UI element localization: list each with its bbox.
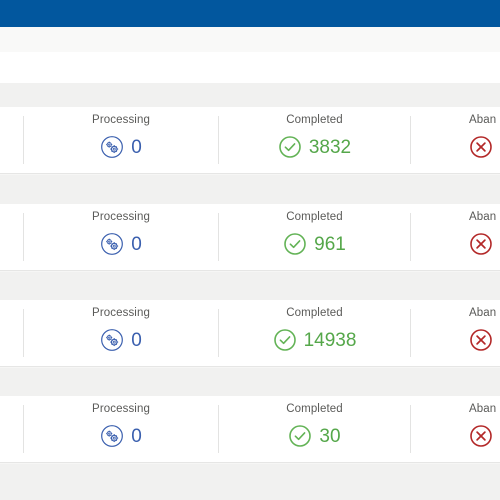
stat-value: 14938	[303, 329, 357, 351]
stat-processing[interactable]: Processing 0	[24, 210, 218, 266]
stat-completed[interactable]: Completed 961	[219, 210, 410, 266]
stat-label: Aban	[469, 403, 497, 415]
stat-body	[469, 132, 500, 162]
app-window: Processing 0 Completed 3832 Aban Process…	[0, 0, 500, 500]
gears-circle-icon	[101, 425, 124, 447]
stat-value: 30	[319, 425, 341, 447]
stat-value: 0	[131, 425, 142, 447]
stat-completed[interactable]: Completed 14938	[219, 306, 410, 362]
gears-circle-icon	[101, 233, 124, 255]
stat-completed[interactable]: Completed 30	[219, 402, 410, 458]
stat-body	[469, 421, 500, 451]
check-circle-icon	[273, 329, 296, 351]
stat-abandoned[interactable]: Aban	[411, 113, 500, 169]
card-stats: Processing	[0, 300, 500, 366]
stat-body: 30	[219, 421, 410, 451]
stat-value: 0	[131, 136, 142, 158]
dashboard-card[interactable]: Processing	[0, 396, 500, 462]
stat-value: 0	[131, 329, 142, 351]
dashboard-card[interactable]: Processing	[0, 204, 500, 270]
stat-label: Completed	[286, 211, 343, 223]
stat-body: 3832	[219, 132, 410, 162]
x-circle-icon	[470, 425, 492, 447]
check-circle-icon	[284, 233, 306, 255]
stat-label: Processing	[92, 114, 150, 126]
stat-label: Aban	[469, 114, 497, 126]
card-stats: Processing	[0, 204, 500, 270]
stat-body: 0	[24, 421, 218, 451]
check-circle-icon	[289, 425, 312, 447]
stat-value: 0	[131, 233, 142, 255]
stat-label: Completed	[286, 307, 343, 319]
stat-label: Completed	[286, 114, 343, 126]
stat-processing[interactable]: Processing 0	[24, 402, 218, 458]
stat-abandoned[interactable]: Aban	[411, 402, 500, 458]
stat-body	[469, 229, 500, 259]
stat-value: 961	[314, 233, 346, 255]
gears-circle-icon	[101, 136, 124, 158]
stat-body: 0	[24, 132, 218, 162]
stat-body: 0	[24, 229, 218, 259]
stat-body	[469, 325, 500, 355]
secondary-toolbar	[0, 27, 500, 53]
stat-completed[interactable]: Completed 3832	[219, 113, 410, 169]
stat-body: 961	[219, 229, 410, 259]
x-circle-icon	[470, 136, 492, 158]
stat-abandoned[interactable]: Aban	[411, 306, 500, 362]
stat-value: 3832	[308, 136, 352, 158]
stat-body: 14938	[219, 325, 410, 355]
check-circle-icon	[279, 136, 301, 158]
card-stats: Processing	[0, 396, 500, 462]
app-header-bar	[0, 0, 500, 27]
stat-label: Aban	[469, 307, 497, 319]
x-circle-icon	[470, 233, 492, 255]
command-bar	[0, 52, 500, 83]
stat-label: Aban	[469, 211, 497, 223]
gears-circle-icon	[101, 329, 124, 351]
x-circle-icon	[470, 329, 492, 351]
dashboard-card-list: Processing 0 Completed 3832 Aban Process…	[0, 83, 500, 500]
stat-body: 0	[24, 325, 218, 355]
stat-processing[interactable]: Processing 0	[24, 306, 218, 362]
stat-label: Processing	[92, 211, 150, 223]
dashboard-card[interactable]: Processing	[0, 300, 500, 366]
stat-abandoned[interactable]: Aban	[411, 210, 500, 266]
stat-label: Processing	[92, 403, 150, 415]
dashboard-card[interactable]: Processing	[0, 107, 500, 173]
card-stats: Processing	[0, 107, 500, 173]
stat-label: Completed	[286, 403, 343, 415]
stat-processing[interactable]: Processing 0	[24, 113, 218, 169]
stat-label: Processing	[92, 307, 150, 319]
